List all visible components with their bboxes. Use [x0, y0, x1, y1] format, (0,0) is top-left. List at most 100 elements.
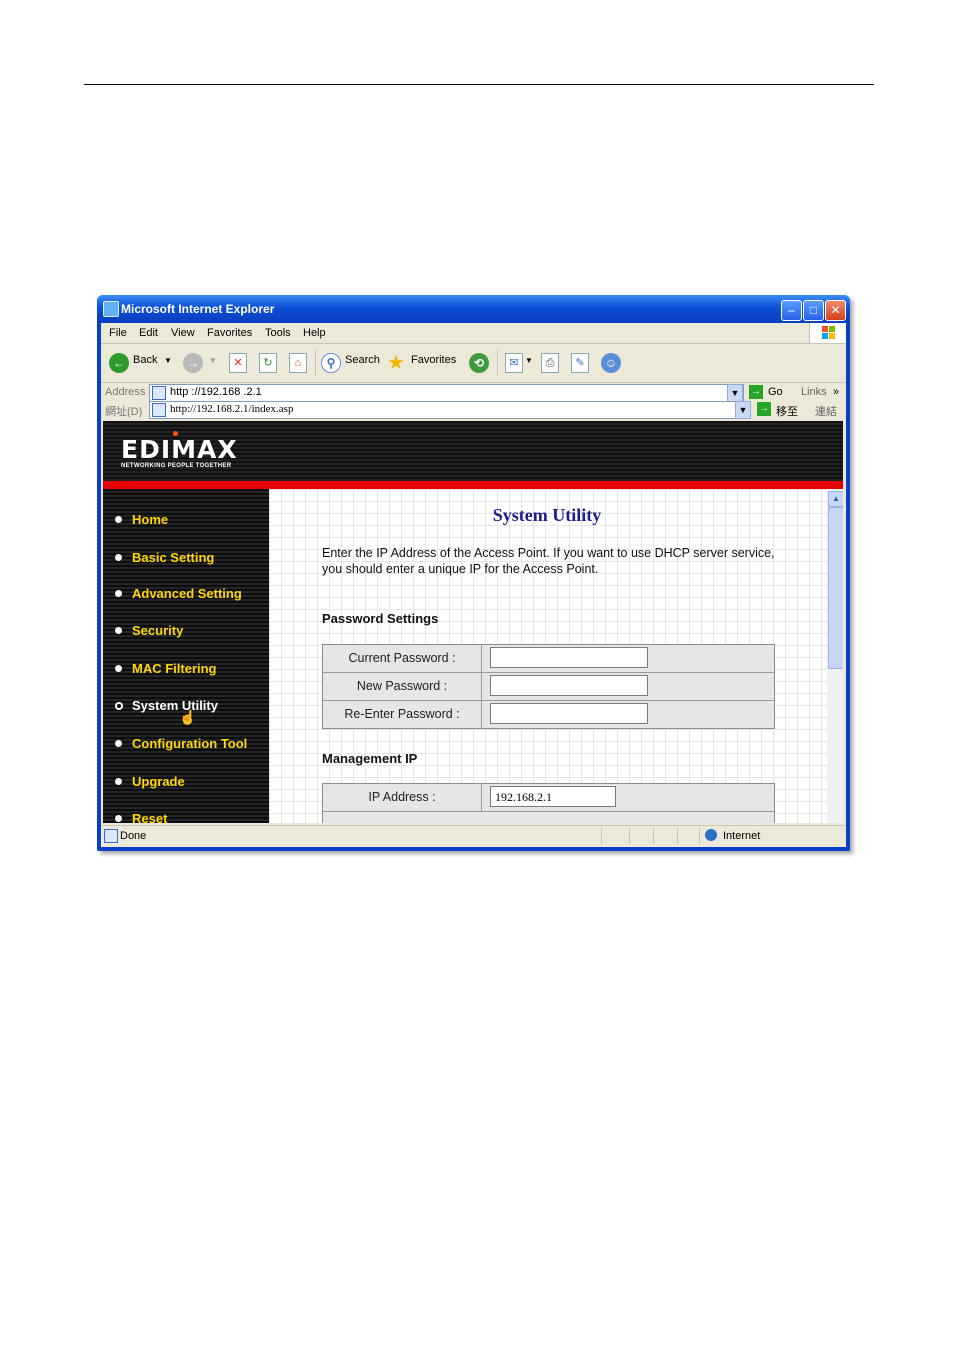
go-button-label[interactable]: Go [768, 386, 783, 398]
favorites-star-icon[interactable]: ★ [387, 350, 405, 375]
security-zone-label: Internet [723, 830, 761, 842]
menu-favorites[interactable]: Favorites [207, 327, 252, 339]
banner-red-strip [103, 481, 843, 489]
brand-banner: EDIMAX NETWORKING PEOPLE TOGETHER [103, 421, 843, 481]
page-status-icon [104, 829, 118, 843]
go-arrow-icon[interactable]: → [757, 402, 771, 416]
table-row: New Password : [323, 673, 774, 701]
management-ip-table: IP Address : 192.168.2.1 [322, 783, 775, 823]
nav-bullet-icon [115, 740, 122, 747]
links-chevron-icon[interactable]: » [833, 386, 839, 398]
home-icon[interactable]: ⌂ [289, 353, 307, 373]
search-button-label[interactable]: Search [345, 354, 380, 366]
address-label: Address [105, 386, 146, 398]
back-button-label[interactable]: Back [133, 354, 157, 366]
table-row [323, 812, 774, 823]
current-password-field[interactable] [490, 647, 648, 668]
links-label-secondary[interactable]: 連結 [815, 403, 837, 419]
address-url: http ://192.168 .2.1 [170, 386, 262, 398]
mail-icon[interactable]: ✉ [505, 353, 523, 373]
window-client-area: File Edit View Favorites Tools Help ← Ba… [101, 323, 846, 847]
address-dropdown-icon[interactable]: ▼ [735, 401, 751, 419]
nav-item-label[interactable]: System Utility [132, 698, 218, 713]
nav-item-label[interactable]: Upgrade [132, 774, 185, 789]
menu-tools[interactable]: Tools [265, 327, 291, 339]
reenter-password-field[interactable] [490, 703, 648, 724]
page-viewport: EDIMAX NETWORKING PEOPLE TOGETHER Home B… [103, 421, 843, 823]
history-icon[interactable]: ⟲ [469, 353, 489, 373]
current-password-label: Current Password : [323, 645, 482, 672]
nav-bullet-icon [115, 702, 123, 710]
links-label[interactable]: Links [801, 386, 827, 398]
search-icon[interactable]: ⚲ [321, 353, 341, 373]
page-icon [152, 403, 166, 417]
page-title: System Utility [492, 505, 602, 525]
reenter-password-label: Re-Enter Password : [323, 701, 482, 728]
menu-bar: File Edit View Favorites Tools Help [101, 323, 846, 344]
refresh-icon[interactable]: ↻ [259, 353, 277, 373]
status-separator [629, 828, 630, 844]
go-arrow-icon[interactable]: → [749, 385, 763, 399]
address-url-secondary: http://192.168.2.1/index.asp [170, 403, 294, 415]
menu-help[interactable]: Help [303, 327, 326, 339]
page-top-rule [84, 84, 874, 85]
password-settings-heading: Password Settings [322, 611, 439, 626]
scroll-up-icon[interactable]: ▲ [828, 491, 843, 507]
nav-bullet-icon [115, 815, 122, 822]
ie-app-icon [103, 301, 119, 317]
table-row: Re-Enter Password : [323, 701, 774, 728]
minimize-button[interactable]: – [781, 300, 802, 321]
title-bar[interactable]: Microsoft Internet Explorer – □ ✕ [97, 295, 850, 323]
vertical-scrollbar[interactable]: ▲ [827, 489, 843, 823]
menu-view[interactable]: View [171, 327, 195, 339]
stop-icon[interactable]: ✕ [229, 353, 247, 373]
new-password-field[interactable] [490, 675, 648, 696]
hand-cursor-icon: ☝ [179, 709, 197, 725]
standard-toolbar: ← Back ▼ → ▼ ✕ ↻ ⌂ ⚲ Search ★ Favorites … [101, 344, 846, 383]
forward-dropdown-icon[interactable]: ▼ [209, 356, 217, 365]
menu-file[interactable]: File [109, 327, 127, 339]
nav-item-label[interactable]: MAC Filtering [132, 661, 217, 676]
print-icon[interactable]: ⎙ [541, 353, 559, 373]
go-button-label-secondary[interactable]: 移至 [776, 403, 798, 419]
address-input[interactable]: http ://192.168 .2.1 [149, 384, 744, 402]
status-separator [699, 828, 700, 844]
ip-address-field[interactable]: 192.168.2.1 [490, 786, 616, 807]
scroll-thumb[interactable] [828, 507, 843, 669]
address-label-secondary: 網址(D) [105, 406, 143, 418]
maximize-button[interactable]: □ [803, 300, 824, 321]
nav-bullet-icon [115, 627, 122, 634]
nav-bullet-icon [115, 778, 122, 785]
toolbar-separator [315, 350, 316, 376]
nav-item-label[interactable]: Basic Setting [132, 550, 214, 565]
address-input-secondary[interactable]: http://192.168.2.1/index.asp [149, 401, 741, 419]
back-arrow-icon[interactable]: ← [109, 353, 129, 373]
nav-item-label[interactable]: Home [132, 512, 168, 527]
browser-window: Microsoft Internet Explorer – □ ✕ File E… [97, 295, 850, 851]
password-settings-table: Current Password : New Password : Re-Ent… [322, 644, 775, 729]
menu-edit[interactable]: Edit [139, 327, 158, 339]
nav-item-label[interactable]: Reset [132, 811, 167, 823]
close-button[interactable]: ✕ [825, 300, 846, 321]
edit-icon[interactable]: ✎ [571, 353, 589, 373]
nav-bullet-icon [115, 516, 122, 523]
table-row: Current Password : [323, 645, 774, 673]
mail-dropdown-icon[interactable]: ▼ [525, 356, 533, 365]
nav-item-label[interactable]: Configuration Tool [132, 736, 247, 751]
nav-bullet-icon [115, 554, 122, 561]
main-content: System Utility Enter the IP Address of t… [269, 489, 829, 823]
toolbar-separator [497, 350, 498, 376]
nav-bullet-icon [115, 590, 122, 597]
back-dropdown-icon[interactable]: ▼ [164, 356, 172, 365]
management-ip-heading: Management IP [322, 751, 418, 766]
sidebar-nav: Home Basic Setting Advanced Setting Secu… [103, 489, 269, 823]
window-title: Microsoft Internet Explorer [121, 302, 275, 316]
status-separator [677, 828, 678, 844]
status-text: Done [120, 830, 147, 842]
messenger-icon[interactable]: ☺ [601, 353, 621, 373]
address-dropdown-icon[interactable]: ▼ [727, 384, 743, 402]
nav-item-label[interactable]: Advanced Setting [132, 586, 242, 601]
forward-arrow-icon[interactable]: → [183, 353, 203, 373]
favorites-button-label[interactable]: Favorites [411, 354, 456, 366]
nav-item-label[interactable]: Security [132, 623, 183, 638]
